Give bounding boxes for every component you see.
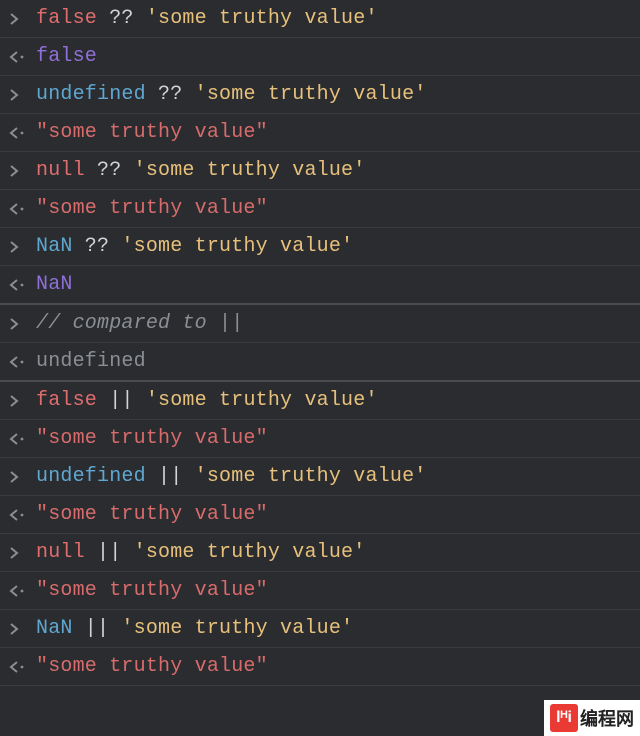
console-input-row: false || 'some truthy value' bbox=[0, 382, 640, 420]
console-output-value: "some truthy value" bbox=[36, 197, 268, 220]
console-output-value: "some truthy value" bbox=[36, 503, 268, 526]
console-output-row: "some truthy value" bbox=[0, 420, 640, 458]
console-output-row: false bbox=[0, 38, 640, 76]
console-output-row: "some truthy value" bbox=[0, 114, 640, 152]
console-input-code: null ?? 'some truthy value' bbox=[36, 159, 365, 182]
console-output-row: NaN bbox=[0, 266, 640, 305]
result-icon bbox=[8, 278, 36, 292]
result-icon bbox=[8, 660, 36, 674]
console-output-value: NaN bbox=[36, 273, 73, 296]
console-input-code: NaN || 'some truthy value' bbox=[36, 617, 353, 640]
console-output-value: undefined bbox=[36, 350, 146, 373]
result-icon bbox=[8, 50, 36, 64]
result-icon bbox=[8, 432, 36, 446]
devtools-console: false ?? 'some truthy value' false undefin… bbox=[0, 0, 640, 686]
watermark-text: 编程网 bbox=[580, 705, 634, 731]
console-output-row: "some truthy value" bbox=[0, 496, 640, 534]
console-input-row: null || 'some truthy value' bbox=[0, 534, 640, 572]
console-input-row: NaN ?? 'some truthy value' bbox=[0, 228, 640, 266]
console-output-row: undefined bbox=[0, 343, 640, 382]
watermark: lᴴi 编程网 bbox=[544, 700, 640, 736]
result-icon bbox=[8, 355, 36, 369]
prompt-icon bbox=[8, 317, 36, 331]
console-output-row: "some truthy value" bbox=[0, 648, 640, 686]
prompt-icon bbox=[8, 470, 36, 484]
console-input-code: false ?? 'some truthy value' bbox=[36, 7, 378, 30]
console-output-row: "some truthy value" bbox=[0, 190, 640, 228]
console-input-row: NaN || 'some truthy value' bbox=[0, 610, 640, 648]
result-icon bbox=[8, 584, 36, 598]
console-output-value: "some truthy value" bbox=[36, 579, 268, 602]
console-output-value: false bbox=[36, 45, 97, 68]
console-input-row: undefined ?? 'some truthy value' bbox=[0, 76, 640, 114]
console-input-row: null ?? 'some truthy value' bbox=[0, 152, 640, 190]
console-input-code: null || 'some truthy value' bbox=[36, 541, 365, 564]
console-input-code: undefined || 'some truthy value' bbox=[36, 465, 426, 488]
console-input-code: undefined ?? 'some truthy value' bbox=[36, 83, 426, 106]
result-icon bbox=[8, 202, 36, 216]
console-input-row: // compared to || bbox=[0, 305, 640, 343]
console-input-row: undefined || 'some truthy value' bbox=[0, 458, 640, 496]
result-icon bbox=[8, 508, 36, 522]
console-input-code: NaN ?? 'some truthy value' bbox=[36, 235, 353, 258]
prompt-icon bbox=[8, 88, 36, 102]
console-output-value: "some truthy value" bbox=[36, 655, 268, 678]
console-output-value: "some truthy value" bbox=[36, 121, 268, 144]
prompt-icon bbox=[8, 394, 36, 408]
prompt-icon bbox=[8, 164, 36, 178]
console-output-row: "some truthy value" bbox=[0, 572, 640, 610]
prompt-icon bbox=[8, 240, 36, 254]
console-input-code: // compared to || bbox=[36, 312, 243, 335]
result-icon bbox=[8, 126, 36, 140]
watermark-icon: lᴴi bbox=[550, 704, 578, 732]
prompt-icon bbox=[8, 622, 36, 636]
console-output-value: "some truthy value" bbox=[36, 427, 268, 450]
prompt-icon bbox=[8, 12, 36, 26]
prompt-icon bbox=[8, 546, 36, 560]
console-input-code: false || 'some truthy value' bbox=[36, 389, 378, 412]
console-input-row: false ?? 'some truthy value' bbox=[0, 0, 640, 38]
